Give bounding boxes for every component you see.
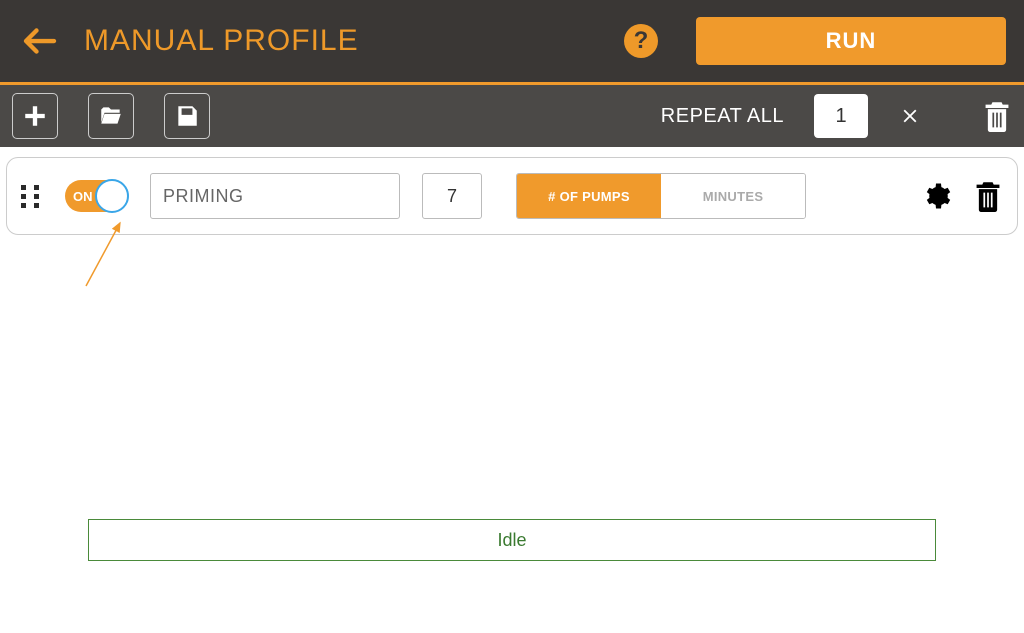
help-icon: ? [634, 27, 649, 55]
plus-icon [22, 103, 48, 129]
toolbar: REPEAT ALL [0, 85, 1024, 147]
drag-dot-icon [34, 203, 39, 208]
app-header: MANUAL PROFILE ? RUN [0, 0, 1024, 82]
repeat-all-input[interactable] [814, 94, 868, 138]
clear-repeat-button[interactable] [898, 104, 922, 128]
help-button[interactable]: ? [624, 24, 658, 58]
unit-pumps-option[interactable]: # OF PUMPS [517, 174, 661, 218]
trash-icon [982, 100, 1012, 132]
folder-open-icon [98, 103, 124, 129]
drag-handle[interactable] [21, 185, 43, 208]
drag-dot-icon [21, 194, 26, 199]
unit-segmented-control: # OF PUMPS MINUTES [516, 173, 806, 219]
step-settings-button[interactable] [921, 181, 951, 211]
step-row: ON # OF PUMPS MINUTES [6, 157, 1018, 235]
page-title: MANUAL PROFILE [84, 24, 602, 58]
status-bar: Idle [88, 519, 936, 561]
toggle-knob [95, 179, 129, 213]
save-icon [174, 103, 200, 129]
delete-step-button[interactable] [973, 179, 1003, 213]
drag-dot-icon [34, 194, 39, 199]
save-profile-button[interactable] [164, 93, 210, 139]
status-text: Idle [497, 530, 526, 551]
repeat-all-label: REPEAT ALL [661, 105, 784, 128]
back-button[interactable] [18, 19, 62, 63]
drag-dot-icon [21, 203, 26, 208]
step-value-input[interactable] [422, 173, 482, 219]
run-button[interactable]: RUN [696, 17, 1006, 65]
drag-dot-icon [34, 185, 39, 190]
step-name-input[interactable] [150, 173, 400, 219]
add-step-button[interactable] [12, 93, 58, 139]
drag-dot-icon [21, 185, 26, 190]
toggle-on-label: ON [73, 189, 93, 204]
gear-icon [921, 181, 951, 211]
close-icon [899, 105, 921, 127]
open-profile-button[interactable] [88, 93, 134, 139]
step-enable-toggle[interactable]: ON [65, 180, 128, 212]
unit-minutes-option[interactable]: MINUTES [661, 174, 805, 218]
arrow-left-icon [19, 20, 61, 62]
delete-all-button[interactable] [982, 101, 1012, 131]
trash-icon [974, 180, 1002, 212]
